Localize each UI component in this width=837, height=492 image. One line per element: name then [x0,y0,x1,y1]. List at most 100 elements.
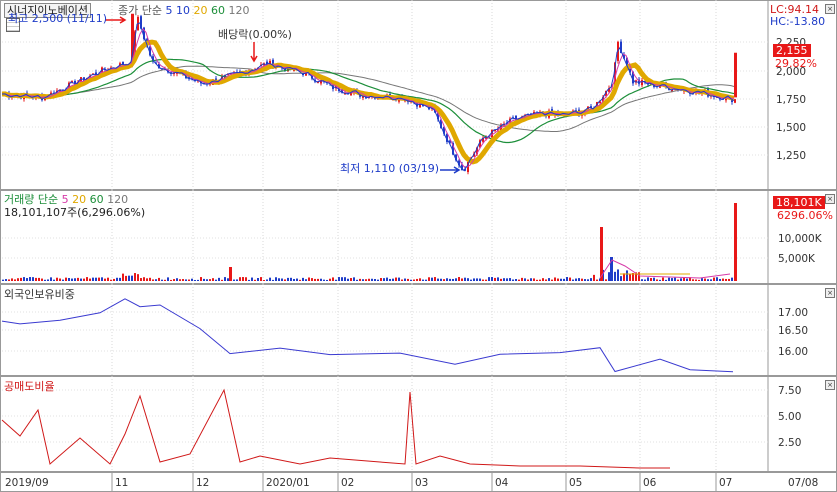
volume-bar [482,279,484,281]
volume-legend: 거래량 단순 5 20 60 120 [4,193,128,206]
volume-bar [476,278,478,281]
volume-bar [248,279,250,281]
volume-bar [206,279,208,281]
volume-bar [533,278,535,281]
x-axis: 2019/09 11 12 2020/01 02 03 04 05 06 07 07/08 [0,472,837,492]
volume-bar [671,278,673,281]
last-price-box: 2,155 [773,44,811,57]
volume-bar [461,278,463,281]
short-border [0,376,837,472]
volume-bar [218,277,220,281]
foreign-chart-svg[interactable]: 17.00 16.50 16.00 [0,284,837,376]
volume-bar [101,277,103,281]
volume-bar [62,279,64,281]
volume-bar [500,278,502,281]
volume-bar [479,278,481,281]
volume-bar [716,277,718,281]
price-candle [641,80,643,86]
volume-bar [731,277,733,281]
price-tick-label: 1,750 [776,94,806,106]
volume-bar [686,278,688,281]
volume-bar [392,278,394,281]
volume-bar [575,278,577,281]
volume-close-button[interactable]: × [825,194,835,204]
volume-bar [680,278,682,281]
x-axis-label: 07 [719,477,732,489]
x-axis-label: 07/08 [788,477,818,489]
volume-bar [386,277,388,281]
volume-bar [266,279,268,281]
volume-bar [362,279,364,281]
volume-bar [701,278,703,281]
x-axis-svg: 2019/09 11 12 2020/01 02 03 04 05 06 07 07/08 [0,472,837,492]
volume-bar [650,278,652,281]
volume-bar [95,277,97,281]
volume-bar [128,275,130,281]
volume-bar [179,279,181,281]
vol-legend-prefix: 거래량 단순 [4,193,59,206]
volume-bar [92,277,94,281]
legend-ma5: 5 [165,4,173,17]
volume-bar [332,277,334,281]
volume-bar [596,279,598,281]
volume-bar [278,278,280,281]
volume-bar [368,278,370,281]
volume-bar [581,278,583,281]
volume-bar [38,277,40,281]
volume-bar [107,277,109,281]
volume-bar [305,279,307,281]
volume-bar [161,279,163,281]
volume-bar [272,279,274,281]
volume-bar [707,279,709,281]
volume-bar [497,277,499,281]
low-arrow [440,166,461,174]
volume-bar [155,279,157,281]
price-close-button[interactable]: × [825,4,835,14]
volume-bar [524,278,526,281]
short-chart-svg[interactable]: 7.50 5.00 2.50 [0,376,837,472]
short-close-button[interactable]: × [825,380,835,390]
volume-bar [515,279,517,281]
legend-ma60: 60 [210,4,225,17]
volume-bar [419,278,421,281]
volume-bar [329,278,331,281]
volume-bar [149,277,151,281]
volume-bar [209,279,211,281]
volume-bar [569,277,571,281]
volume-bar [50,277,52,281]
volume-bar [35,277,37,281]
volume-bar [677,279,679,281]
volume-bar [674,277,676,281]
price-candle-last [734,52,737,98]
volume-bar [215,279,217,281]
volume-bar [131,275,133,281]
price-tick-label: 1,500 [776,122,806,134]
volume-bar [467,278,469,281]
vol-legend-60: 60 [89,193,104,206]
volume-bar [491,277,493,281]
volume-bar [722,278,724,281]
foreign-pane: 17.00 16.50 16.00 외국인보유비중 × [0,284,837,376]
volume-bar [83,278,85,281]
foreign-close-button[interactable]: × [825,288,835,298]
volume-bar [227,278,229,281]
foreign-tick-label: 17.00 [778,307,808,319]
volume-bar [290,277,292,281]
volume-tick-label: 10,000K [778,233,823,245]
volume-bar [317,278,319,281]
volume-bar [170,279,172,281]
legend-ma10: 10 [175,4,190,17]
volume-bar [530,278,532,281]
volume-bar [257,278,259,281]
short-tick-label: 7.50 [778,385,801,397]
high-arrow [105,16,127,24]
volume-bar [308,277,310,281]
volume-sub: 18,101,107주(6,296.06%) [4,206,146,219]
volume-bar [59,278,61,281]
volume-bar [683,277,685,281]
volume-bar [41,278,43,281]
volume-bar [470,279,472,281]
volume-bar [365,279,367,281]
volume-bar [296,278,298,281]
volume-bar [335,279,337,281]
